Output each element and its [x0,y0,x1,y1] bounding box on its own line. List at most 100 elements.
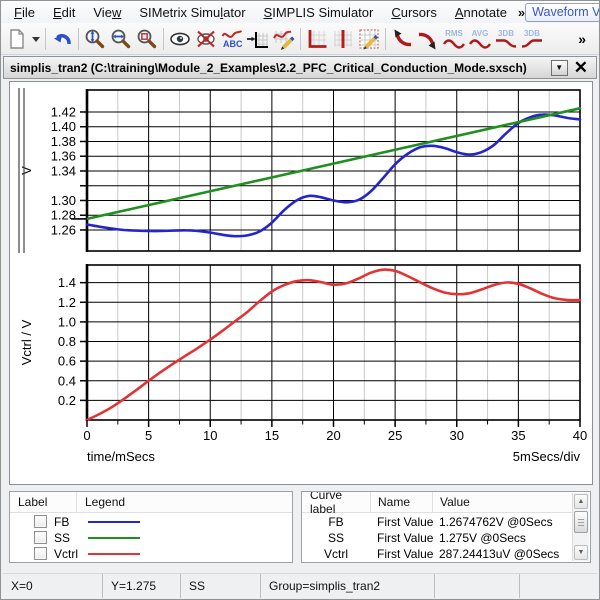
edit-grid-button[interactable] [356,26,382,52]
bottom-panels: Label Legend FB SS Vctrl Curve label [9,491,591,563]
x-scale-label: 5mSecs/div [513,449,581,464]
scroll-up-icon[interactable]: ▲ [574,494,588,509]
show-curve-button[interactable] [167,26,193,52]
menu-item-cursors[interactable]: Cursors [382,3,446,22]
zoom-x-fit-button[interactable] [108,26,134,52]
avg-measure-button[interactable]: AVG [467,26,493,52]
status-selected-curve: SS [181,574,261,598]
label-curve-button[interactable]: ABC [219,26,245,52]
hide-curve-button[interactable] [193,26,219,52]
vertical-scrollbar[interactable]: ▲ ▼ [572,493,589,561]
new-file-dropdown-button[interactable] [30,26,42,52]
chevron-down-icon [32,37,40,42]
add-axes-button[interactable] [304,26,330,52]
measurement-name: First Value [370,547,432,561]
column-header-name[interactable]: Name [370,492,432,512]
svg-text:1.28: 1.28 [51,208,76,223]
measurements-panel: Curve label Name Value FB First Value 1.… [301,491,591,563]
menu-bar: FileEditViewSIMetrix SimulatorSIMPLIS Si… [1,1,599,23]
svg-text:40: 40 [573,428,587,443]
avg-label: AVG [472,29,489,38]
move-curve-up-button[interactable] [389,26,415,52]
measurement-value: 1.275V @0Secs [432,531,526,545]
status-bar: X=0 Y=1.275 SS Group=simplis_tran2 [3,573,597,598]
svg-text:1.42: 1.42 [51,104,76,119]
toolbar-separator [45,28,46,50]
y-axis-label: V [19,166,34,175]
document-title-bar: simplis_tran2 (C:\training\Module_2_Exam… [3,56,597,79]
svg-text:1.34: 1.34 [51,163,76,178]
menu-item-simplis-simulator[interactable]: SIMPLIS Simulator [255,3,383,22]
window-menu-button[interactable]: ▼ [551,60,568,76]
undo-button[interactable] [49,26,75,52]
legend-row-ss: SS [10,530,292,545]
curve-label: FB [54,515,88,529]
new-file-button[interactable] [4,26,30,52]
legend-checkbox-ss[interactable] [34,531,47,544]
svg-text:0.2: 0.2 [58,393,76,408]
curve-up-arrow-icon [398,35,412,44]
svg-text:10: 10 [203,428,217,443]
plot-area: 1.261.281.301.341.361.381.401.42V0.20.40… [9,81,593,485]
legend-row-fb: FB [10,514,292,529]
legend-checkbox-vctrl[interactable] [34,547,47,560]
column-header-legend[interactable]: Legend [76,492,292,512]
legend-checkbox-fb[interactable] [34,515,47,528]
add-vertical-marker-button[interactable] [330,26,356,52]
zoom-box-button[interactable] [134,26,160,52]
zoom-y-fit-button[interactable] [82,26,108,52]
toolbar-separator [78,28,79,50]
status-group: Group=simplis_tran2 [261,574,435,598]
add-axis-button[interactable] [245,26,271,52]
svg-text:1.4: 1.4 [58,275,76,290]
curve-label: Vctrl [54,547,88,561]
legend-panel-header: Label Legend [10,492,292,513]
status-x-readout: X=0 [3,574,103,598]
svg-text:5: 5 [145,428,152,443]
move-curve-down-button[interactable] [415,26,441,52]
menu-overflow-chevron[interactable]: » [518,5,525,20]
toolbar-overflow-chevron[interactable]: » [568,31,596,47]
measurement-row-fb: FB First Value 1.2674762V @0Secs [302,514,590,529]
status-y-readout: Y=1.275 [103,574,181,598]
3db-lowpass-button[interactable]: 3DB [493,26,519,52]
status-empty-segment [435,574,520,598]
close-button[interactable]: ✕ [572,59,590,76]
rms-measure-button[interactable]: RMS [441,26,467,52]
menu-item-simetrix-simulator[interactable]: SIMetrix Simulator [130,3,254,22]
scrollbar-thumb[interactable] [574,511,588,533]
svg-text:1.38: 1.38 [51,134,76,149]
sine-icon [470,40,490,47]
lowpass-curve-icon [496,40,516,46]
edit-curve-button[interactable] [271,26,297,52]
svg-text:0: 0 [83,428,90,443]
column-header-label[interactable]: Label [10,492,76,512]
add-axes-icon [310,31,326,46]
menu-item-view[interactable]: View [84,3,130,22]
svg-text:1.0: 1.0 [58,314,76,329]
status-empty-segment [520,574,597,598]
menu-item-annotate[interactable]: Annotate [446,3,516,22]
x-axis-label: time/mSecs [87,449,155,464]
curve-label: SS [54,531,88,545]
viewer-select-combobox[interactable]: Waveform Viewer ▼ [525,3,600,22]
new-file-icon [11,30,23,48]
3db-highpass-button[interactable]: 3DB [519,26,545,52]
scroll-down-icon[interactable]: ▼ [574,545,588,560]
3db-label: 3DB [524,29,540,38]
menu-item-file[interactable]: File [5,3,44,22]
legend-line-swatch [88,553,140,555]
svg-text:0.4: 0.4 [58,373,76,388]
column-header-value[interactable]: Value [432,492,572,512]
3db-label: 3DB [498,29,514,38]
measurement-row-vctrl: Vctrl First Value 287.24413uV @0Secs [302,546,590,561]
waveform-plots[interactable]: 1.261.281.301.341.361.381.401.42V0.20.40… [10,82,592,484]
legend-panel: Label Legend FB SS Vctrl [9,491,293,563]
menu-item-edit[interactable]: Edit [44,3,84,22]
toolbar: ABC RMS AVG 3DB [1,23,599,55]
curve-down-arrow-icon [419,34,433,43]
column-header-curve-label[interactable]: Curve label [302,492,370,512]
sine-icon [444,40,464,47]
y-axis-label: Vctrl / V [19,319,34,365]
measurements-panel-header: Curve label Name Value [302,492,572,513]
